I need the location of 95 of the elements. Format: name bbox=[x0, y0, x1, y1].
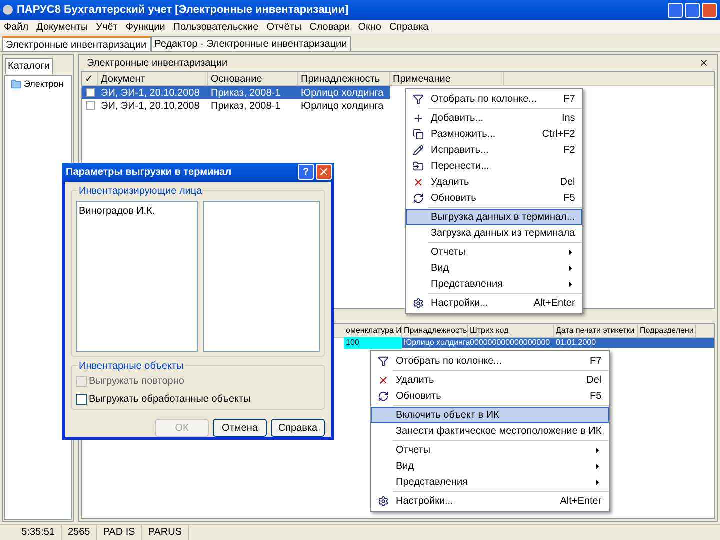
checkbox[interactable] bbox=[86, 88, 94, 97]
menu-item[interactable]: Загрузка данных из терминала bbox=[406, 225, 582, 241]
table-cell: 100 bbox=[344, 337, 402, 349]
table-cell-text: Приказ, 2008-1 bbox=[210, 87, 282, 99]
table-cell-text: ЭИ, ЭИ-1, 20.10.2008 bbox=[100, 87, 201, 99]
document-tab[interactable]: Редактор - Электронные инвентаризации bbox=[150, 36, 352, 51]
menu-item[interactable]: Вид bbox=[406, 260, 582, 276]
column-header[interactable]: Штрих код bbox=[468, 324, 554, 336]
document-tab[interactable]: Электронные инвентаризации bbox=[2, 36, 151, 51]
dialog-button[interactable]: Отмена bbox=[213, 419, 267, 437]
menu-item[interactable]: Настройки... Alt+Enter bbox=[406, 295, 582, 311]
status-bar-field: PARUS bbox=[142, 525, 190, 540]
menu-bar-item[interactable]: Функции bbox=[126, 20, 166, 34]
close-icon bbox=[318, 166, 330, 178]
menu-item[interactable]: Вид bbox=[371, 458, 609, 474]
close-icon[interactable] bbox=[699, 58, 709, 68]
close-icon bbox=[412, 176, 424, 188]
app-icon bbox=[3, 5, 13, 15]
menu-bar-item[interactable]: Учёт bbox=[96, 20, 118, 34]
table-row[interactable]: 100 Юрлицо холдинга000000000000000000 01.01.2000 bbox=[344, 338, 714, 348]
column-header[interactable]: Основание bbox=[208, 72, 298, 85]
checkbox-label: Выгружать обработанные объекты bbox=[89, 393, 251, 407]
menu-item[interactable]: Обновить F5 bbox=[371, 388, 609, 404]
settings-icon bbox=[412, 298, 424, 308]
dialog-title: Параметры выгрузки в терминал bbox=[66, 166, 233, 180]
menu-item[interactable]: Представления bbox=[371, 474, 609, 490]
checkbox[interactable] bbox=[76, 394, 87, 405]
list-item[interactable]: Виноградов И.К. bbox=[79, 204, 194, 219]
table-cell-text: Юрлицо холдинга bbox=[300, 87, 385, 99]
close-button[interactable] bbox=[316, 164, 332, 180]
maximize-button[interactable] bbox=[685, 2, 700, 18]
filter-icon bbox=[412, 94, 424, 104]
minimize-button[interactable] bbox=[668, 2, 683, 18]
menu-bar-item[interactable]: Документы bbox=[36, 20, 88, 34]
folder-icon bbox=[412, 160, 424, 172]
menu-item[interactable]: Обновить F5 bbox=[406, 190, 582, 206]
table-cell-text: Юрлицо холдинга bbox=[403, 337, 468, 349]
table-row[interactable]: ЭИ, ЭИ-1, 20.10.2008 Приказ, 2008-1 Юрлицо холдинга bbox=[82, 86, 390, 99]
column-header[interactable]: Принадлежность bbox=[402, 324, 468, 336]
menu-bar-item[interactable]: Окно bbox=[358, 20, 382, 34]
settings-icon bbox=[378, 496, 388, 506]
menu-bar-item[interactable]: Словари bbox=[310, 20, 350, 34]
refresh-icon bbox=[378, 390, 388, 402]
list-box[interactable] bbox=[202, 200, 320, 352]
column-header[interactable]: Подразделени bbox=[638, 324, 696, 336]
copy-icon bbox=[412, 128, 424, 140]
dialog-button[interactable]: Справка bbox=[271, 419, 325, 437]
menu-item[interactable]: Отчеты bbox=[371, 442, 609, 458]
filter-icon bbox=[378, 356, 388, 366]
folder-icon bbox=[11, 79, 22, 90]
help-button[interactable]: ? bbox=[298, 164, 314, 180]
menu-item[interactable]: Добавить... Ins bbox=[406, 110, 582, 126]
menu-item[interactable]: Отчеты bbox=[406, 244, 582, 260]
close-icon bbox=[378, 374, 388, 386]
group-title: Инвентарные объекты bbox=[78, 359, 185, 374]
menu-item[interactable]: Удалить Del bbox=[371, 372, 609, 388]
column-header[interactable]: Примечание bbox=[390, 72, 504, 85]
table-cell-text: 01.01.2000 bbox=[555, 337, 598, 349]
menu-bar-item[interactable]: Файл bbox=[4, 20, 29, 34]
tree-item[interactable]: Электрон bbox=[7, 78, 64, 92]
menu-item[interactable]: Исправить... F2 bbox=[406, 142, 582, 158]
menu-item[interactable]: Настройки... Alt+Enter bbox=[371, 493, 609, 509]
refresh-icon bbox=[412, 192, 424, 204]
menu-bar-item[interactable]: Справка bbox=[390, 20, 429, 34]
column-header[interactable]: Принадлежность bbox=[298, 72, 390, 85]
panel-title: Электронные инвентаризации bbox=[87, 56, 229, 70]
column-header[interactable]: Документ bbox=[98, 72, 208, 85]
catalog-tab[interactable]: Каталоги bbox=[5, 58, 53, 74]
close-button[interactable] bbox=[702, 2, 717, 18]
menu-bar-item[interactable]: Отчёты bbox=[266, 20, 302, 34]
status-bar-field: 2565 bbox=[62, 525, 98, 540]
menu-item[interactable]: Размножить... Ctrl+F2 bbox=[406, 126, 582, 142]
status-bar-field: PAD IS bbox=[97, 525, 142, 540]
table-row[interactable]: ЭИ, ЭИ-1, 20.10.2008 Приказ, 2008-1 Юрлицо холдинга bbox=[82, 99, 390, 112]
menu-item[interactable]: Включить объект в ИК bbox=[371, 407, 609, 423]
menu-item[interactable]: Удалить Del bbox=[406, 174, 582, 190]
menu-item[interactable]: Отобрать по колонке... F7 bbox=[406, 91, 582, 107]
menu-bar-item[interactable]: Пользовательские bbox=[173, 20, 259, 34]
plus-icon bbox=[412, 112, 424, 124]
menu-item[interactable]: Представления bbox=[406, 276, 582, 292]
table-cell-text: ЭИ, ЭИ-1, 20.10.2008 bbox=[100, 100, 201, 112]
menu-item[interactable]: Перенести... bbox=[406, 158, 582, 174]
checkbox[interactable] bbox=[86, 101, 94, 110]
menu-item[interactable]: Занести фактическое местоположение в ИК bbox=[371, 423, 609, 439]
status-bar-field: 5:35:51 bbox=[0, 525, 62, 540]
checkbox-label: Выгружать повторно bbox=[89, 375, 184, 389]
menu-item[interactable]: Отобрать по колонке... F7 bbox=[371, 353, 609, 369]
table-cell-text: Приказ, 2008-1 bbox=[210, 100, 282, 112]
pencil-icon bbox=[412, 144, 424, 156]
column-header[interactable]: Дата печати этикетки bbox=[554, 324, 638, 336]
menu-item[interactable]: Выгрузка данных в терминал... bbox=[406, 209, 582, 225]
table-cell-text: Юрлицо холдинга bbox=[300, 100, 385, 112]
list-box[interactable]: Виноградов И.К. bbox=[76, 200, 198, 352]
window-title: ПАРУС8 Бухгалтерский учет [Электронные инвентаризации] bbox=[17, 2, 350, 18]
column-header[interactable]: ✓ bbox=[82, 72, 98, 85]
